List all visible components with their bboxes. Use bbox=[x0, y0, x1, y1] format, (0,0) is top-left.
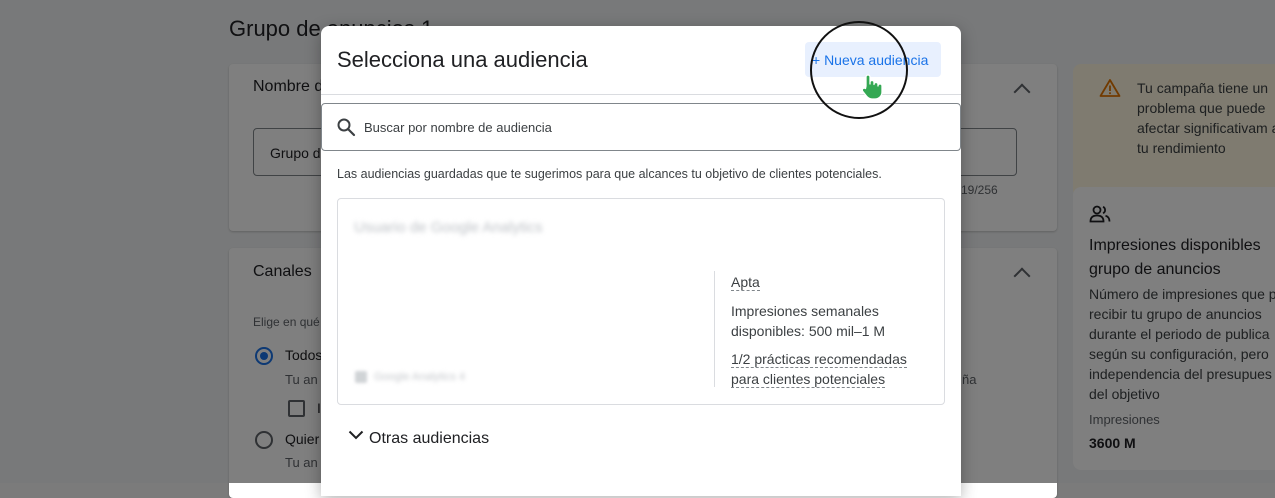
pointer-hand-icon bbox=[861, 74, 883, 100]
audience-option-card[interactable]: Usuario de Google Analytics Google Analy… bbox=[337, 198, 945, 405]
search-placeholder: Buscar por nombre de audiencia bbox=[364, 120, 552, 135]
weekly-impressions: Impresiones semanales disponibles: 500 m… bbox=[731, 303, 886, 339]
suggestion-text: Las audiencias guardadas que te sugerimo… bbox=[337, 167, 882, 181]
other-audiences-toggle[interactable]: Otras audiencias bbox=[369, 430, 489, 448]
dialog-title: Selecciona una audiencia bbox=[337, 47, 588, 72]
highlight-circle bbox=[810, 21, 908, 119]
audience-status[interactable]: Apta bbox=[731, 274, 760, 291]
audience-source: Google Analytics 4 bbox=[374, 371, 466, 383]
audience-name: Usuario de Google Analytics bbox=[354, 219, 543, 236]
card-divider bbox=[714, 271, 715, 387]
best-practices-link[interactable]: 1/2 prácticas recomendadas para clientes… bbox=[731, 349, 931, 389]
chevron-down-icon[interactable] bbox=[348, 429, 364, 441]
best-practices-text: 1/2 prácticas recomendadas para clientes… bbox=[731, 351, 907, 388]
analytics-icon bbox=[355, 371, 367, 383]
search-icon bbox=[337, 118, 356, 137]
